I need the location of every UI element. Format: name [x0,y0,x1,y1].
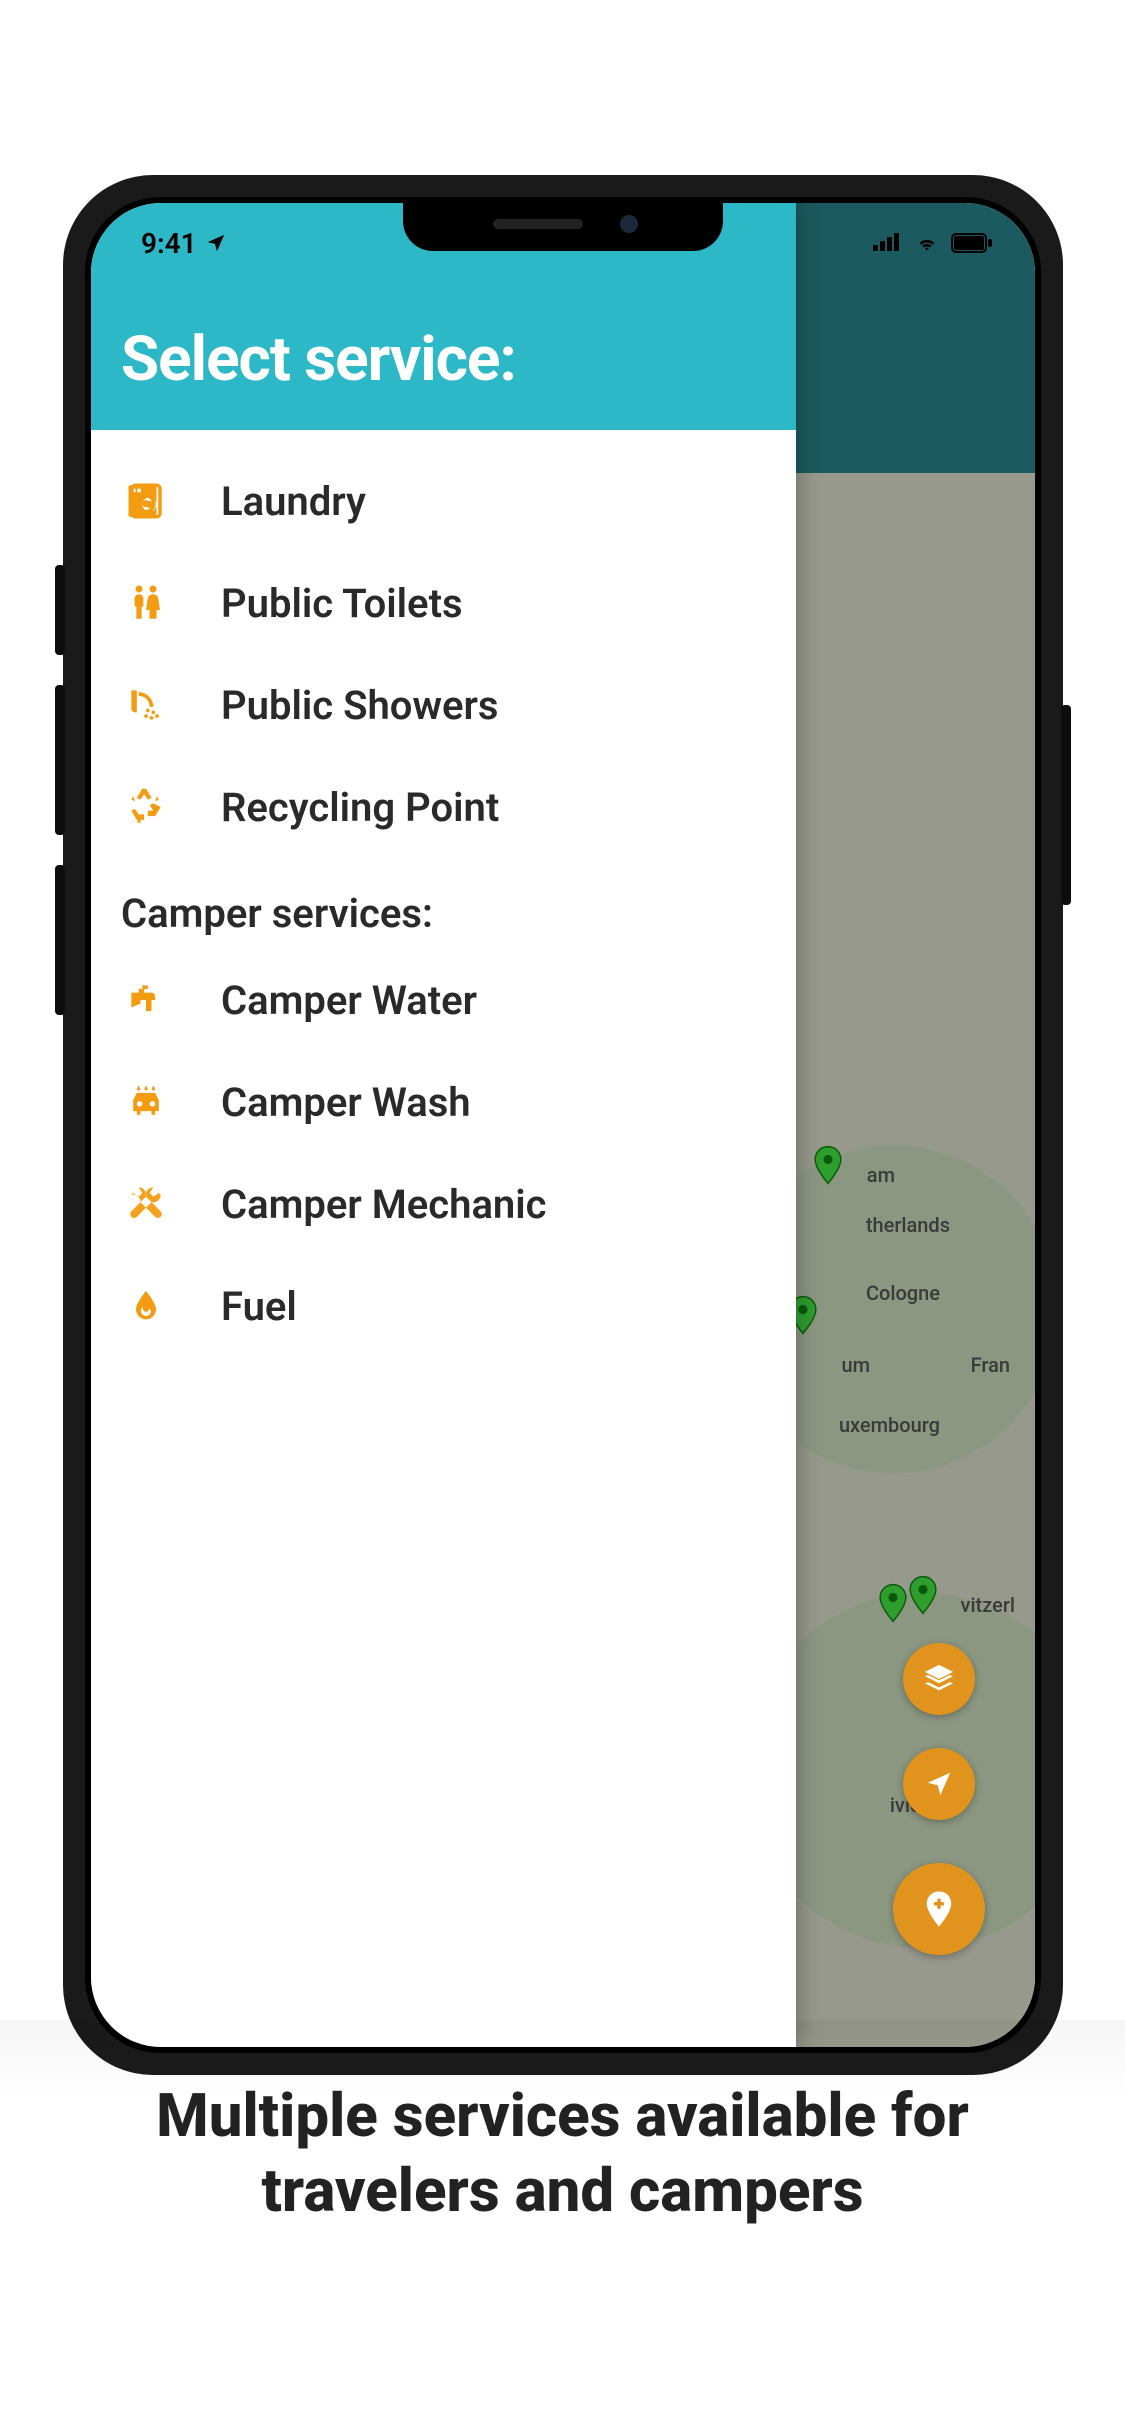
volume-mute-button [55,565,65,655]
phone-frame: am therlands Cologne um Fran uxembourg v… [63,175,1063,2075]
recycle-icon [121,782,171,832]
volume-down-button [55,865,65,1015]
laundry-icon [121,476,171,526]
wash-icon [121,1077,171,1127]
status-time: 9:41 [141,227,197,260]
map-city-label: Fran [971,1353,1010,1377]
location-services-icon [205,232,227,254]
locate-button[interactable] [903,1748,975,1820]
service-label: Recycling Point [221,784,499,831]
service-item-camper-water[interactable]: Camper Water [91,949,796,1051]
section-heading-camper: Camper services: [91,858,796,949]
mechanic-icon [121,1179,171,1229]
location-arrow-icon [924,1769,954,1799]
power-button [1061,705,1071,905]
service-label: Fuel [221,1283,297,1330]
wifi-icon [913,232,941,254]
add-pin-icon [918,1888,960,1930]
fuel-icon [121,1281,171,1331]
map-pin-icon[interactable] [806,1143,850,1187]
screen: am therlands Cologne um Fran uxembourg v… [91,203,1035,2047]
service-item-fuel[interactable]: Fuel [91,1255,796,1357]
service-item-recycling[interactable]: Recycling Point [91,756,796,858]
add-pin-button[interactable] [893,1863,985,1955]
service-item-camper-mechanic[interactable]: Camper Mechanic [91,1153,796,1255]
cellular-signal-icon [873,233,903,253]
service-label: Public Showers [221,682,498,729]
map-pin-icon[interactable] [901,1573,945,1617]
device-notch [403,197,723,251]
water-icon [121,975,171,1025]
map-city-label: uxembourg [839,1413,940,1437]
volume-up-button [55,685,65,835]
drawer-title: Select service: [121,323,766,396]
service-item-showers[interactable]: Public Showers [91,654,796,756]
service-label: Camper Water [221,977,477,1024]
layers-button[interactable] [903,1643,975,1715]
service-label: Laundry [221,478,366,525]
layers-icon [922,1662,956,1696]
service-item-toilets[interactable]: Public Toilets [91,552,796,654]
toilets-icon [121,578,171,628]
map-city-label: vitzerl [961,1593,1015,1617]
shower-icon [121,680,171,730]
service-drawer: Select service: Laundry Public Toilets [91,203,796,2047]
map-city-label: um [841,1353,870,1377]
map-city-label: therlands [866,1213,950,1237]
map-city-label: am [867,1163,895,1187]
service-item-camper-wash[interactable]: Camper Wash [91,1051,796,1153]
marketing-caption: Multiple services available for traveler… [0,2078,1125,2228]
service-label: Public Toilets [221,580,463,627]
service-item-laundry[interactable]: Laundry [91,450,796,552]
map-city-label: Cologne [866,1281,940,1305]
service-label: Camper Mechanic [221,1181,547,1228]
battery-icon [951,233,993,253]
service-label: Camper Wash [221,1079,471,1126]
